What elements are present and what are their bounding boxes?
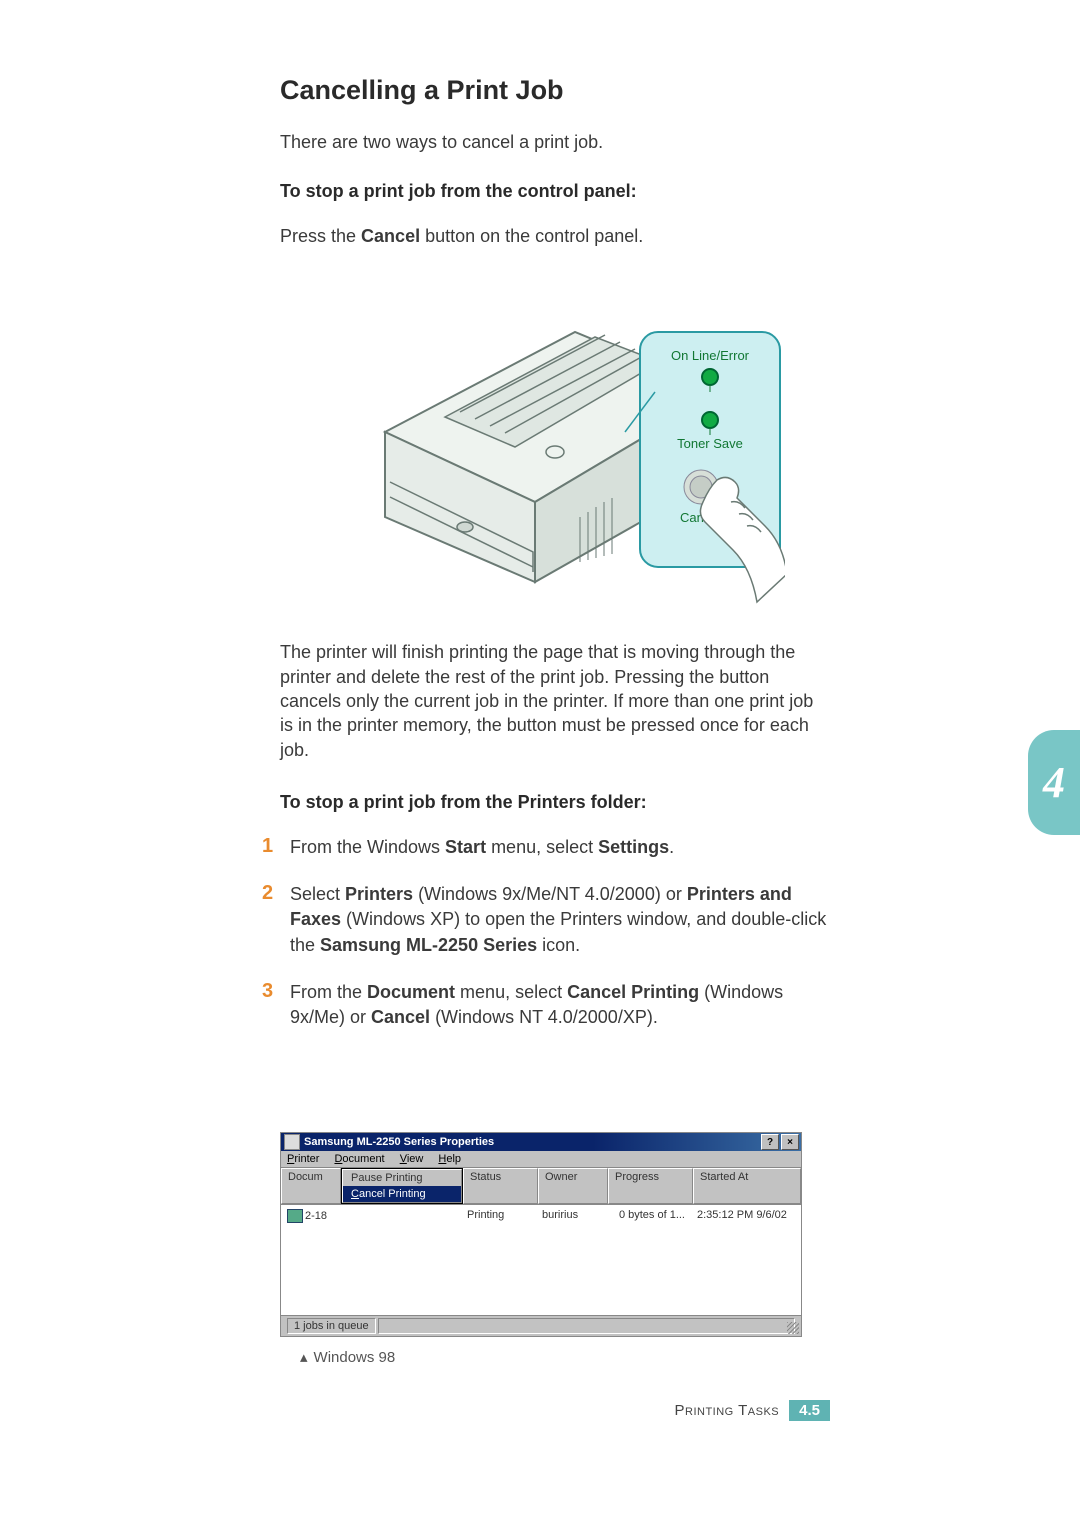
row-status: Printing xyxy=(461,1207,536,1225)
subheading-printers-folder: To stop a print job from the Printers fo… xyxy=(280,792,830,813)
print-queue-dialog: Samsung ML-2250 Series Properties ? × PP… xyxy=(280,1132,802,1337)
step-number: 1 xyxy=(262,835,290,858)
explanation-paragraph: The printer will finish printing the pag… xyxy=(280,640,830,761)
column-headers: Docum Pause Printing Cancel Printing Sta… xyxy=(281,1168,801,1205)
dialog-title: Samsung ML-2250 Series Properties xyxy=(304,1136,494,1148)
dialog-titlebar: Samsung ML-2250 Series Properties ? × xyxy=(281,1133,801,1151)
document-icon xyxy=(287,1209,303,1223)
row-started: 2:35:12 PM 9/6/02 xyxy=(691,1207,801,1225)
menu-document[interactable]: Document xyxy=(334,1153,384,1165)
step-number: 3 xyxy=(262,980,290,1003)
row-name: 2-18 xyxy=(305,1210,327,1222)
help-button[interactable]: ? xyxy=(761,1134,779,1150)
text: button on the control panel. xyxy=(420,226,643,246)
printer-icon xyxy=(284,1134,300,1150)
chapter-tab: 4 xyxy=(1028,730,1080,835)
label-online: On Line/Error xyxy=(671,348,750,363)
page-footer: Printing Tasks 4.5 xyxy=(280,1400,830,1421)
queue-body: 2-18 Printing buririus 0 bytes of 1... 2… xyxy=(281,1205,801,1315)
step-number: 2 xyxy=(262,882,290,905)
step-3: 3 From the Document menu, select Cancel … xyxy=(262,980,830,1030)
triangle-icon: ▴ xyxy=(300,1348,308,1366)
col-progress[interactable]: Progress xyxy=(608,1168,693,1204)
dialog-statusbar: 1 jobs in queue xyxy=(281,1315,801,1336)
col-started[interactable]: Started At xyxy=(693,1168,801,1204)
menu-cancel-printing[interactable]: Cancel Printing xyxy=(343,1186,461,1202)
footer-section: Printing Tasks xyxy=(675,1402,780,1419)
cancel-word: Cancel xyxy=(361,226,420,246)
page-heading: Cancelling a Print Job xyxy=(280,75,830,106)
menu-pause-printing[interactable]: Pause Printing xyxy=(343,1170,461,1186)
col-status[interactable]: Status xyxy=(463,1168,538,1204)
printer-illustration: On Line/Error Toner Save Cancel xyxy=(325,262,785,612)
menu-help[interactable]: Help xyxy=(438,1153,461,1165)
col-owner[interactable]: Owner xyxy=(538,1168,608,1204)
text: Press the xyxy=(280,226,361,246)
menu-view[interactable]: View xyxy=(400,1153,424,1165)
status-text: 1 jobs in queue xyxy=(287,1318,376,1334)
figure-caption: ▴ Windows 98 xyxy=(300,1348,395,1366)
close-button[interactable]: × xyxy=(781,1134,799,1150)
step-1: 1 From the Windows Start menu, select Se… xyxy=(262,835,830,860)
subheading-control-panel: To stop a print job from the control pan… xyxy=(280,181,830,202)
dialog-menubar: PPrinterrinter Document View Help xyxy=(281,1151,801,1168)
col-document[interactable]: Docum xyxy=(281,1168,341,1204)
document-dropdown: Pause Printing Cancel Printing xyxy=(341,1168,463,1204)
resize-grip-icon[interactable] xyxy=(787,1322,799,1334)
label-toner-save: Toner Save xyxy=(677,436,743,451)
queue-row[interactable]: 2-18 Printing buririus 0 bytes of 1... 2… xyxy=(281,1205,801,1227)
row-progress: 0 bytes of 1... xyxy=(606,1207,691,1225)
page-number-badge: 4.5 xyxy=(789,1400,830,1421)
menu-printer[interactable]: PPrinterrinter xyxy=(287,1153,319,1165)
instruction-press-cancel: Press the Cancel button on the control p… xyxy=(280,224,830,248)
step-2: 2 Select Printers (Windows 9x/Me/NT 4.0/… xyxy=(262,882,830,958)
row-owner: buririus xyxy=(536,1207,606,1225)
intro-text: There are two ways to cancel a print job… xyxy=(280,130,830,155)
caption-text: Windows 98 xyxy=(314,1349,396,1366)
